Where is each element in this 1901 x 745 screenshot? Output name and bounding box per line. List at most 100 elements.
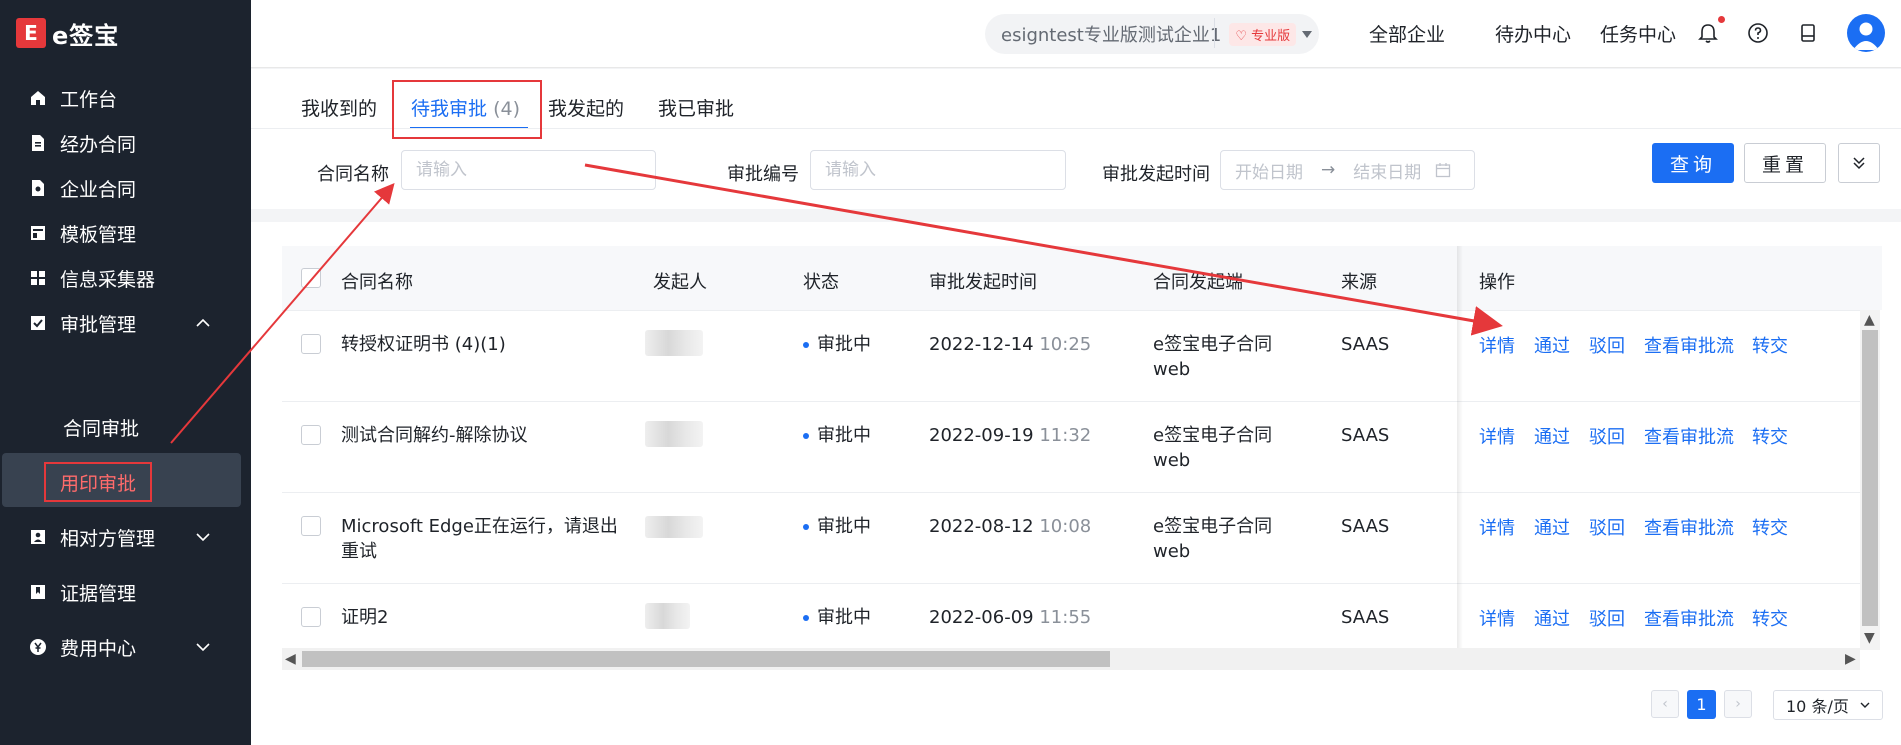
approval-no-input[interactable]: 请输入 (810, 150, 1066, 190)
row-checkbox[interactable] (301, 425, 321, 445)
approval-time: 2022-12-14 10:25 (929, 334, 1092, 355)
detail-link[interactable]: 详情 (1479, 605, 1515, 631)
select-all-checkbox[interactable] (301, 268, 321, 288)
col-contract-name: 合同名称 (341, 272, 413, 293)
contract-name-label: 合同名称 (317, 164, 389, 185)
all-enterprises-link[interactable]: 全部企业 (1369, 20, 1445, 47)
sidebar-subitem-contract-approval[interactable]: 合同审批 (0, 404, 251, 450)
sidebar-item-label: 经办合同 (60, 133, 137, 156)
sidebar-item-evidence-management[interactable]: 证据管理 (0, 569, 251, 615)
logo[interactable]: E e签宝 (16, 16, 119, 50)
user-avatar[interactable] (1847, 14, 1885, 52)
reset-button[interactable]: 重置 (1744, 143, 1826, 183)
status-badge: 审批中 (803, 605, 871, 630)
sidebar-item-handled-contracts[interactable]: 经办合同 (0, 120, 251, 166)
sidebar-item-counterparty-management[interactable]: 相对方管理 (0, 514, 251, 560)
detail-link[interactable]: 详情 (1479, 423, 1515, 449)
tab-initiated[interactable]: 我发起的 (548, 94, 624, 121)
document-icon (28, 133, 48, 153)
calendar-icon (1436, 163, 1451, 178)
sidebar-item-template-management[interactable]: 模板管理 (0, 210, 251, 256)
contract-name-input[interactable]: 请输入 (401, 150, 656, 190)
initiator-blurred (645, 603, 690, 629)
initiator-blurred (645, 516, 703, 538)
next-page-button[interactable]: › (1724, 690, 1752, 718)
transfer-link[interactable]: 转交 (1752, 332, 1788, 358)
row-checkbox[interactable] (301, 334, 321, 354)
approval-time: 2022-09-19 11:32 (929, 425, 1092, 446)
transfer-link[interactable]: 转交 (1752, 514, 1788, 540)
reject-link[interactable]: 驳回 (1589, 332, 1625, 358)
sidebar-item-info-collector[interactable]: 信息采集器 (0, 255, 251, 301)
approve-link[interactable]: 通过 (1534, 605, 1570, 631)
sidebar-item-enterprise-contracts[interactable]: 企业合同 (0, 165, 251, 211)
template-icon (28, 223, 48, 243)
query-button[interactable]: 查询 (1652, 143, 1734, 183)
transfer-link[interactable]: 转交 (1752, 605, 1788, 631)
tablet-icon[interactable] (1795, 20, 1821, 46)
help-icon[interactable] (1745, 20, 1771, 46)
approval-no-label: 审批编号 (727, 164, 799, 185)
bookmark-icon (28, 582, 48, 602)
todo-center-link[interactable]: 待办中心 (1495, 20, 1571, 47)
table-header (282, 246, 1882, 310)
prev-page-button[interactable]: ‹ (1651, 690, 1679, 718)
tab-approved[interactable]: 我已审批 (658, 94, 734, 121)
chevron-down-icon (196, 533, 210, 542)
col-actions: 操作 (1479, 272, 1515, 293)
approval-time-label: 审批发起时间 (1102, 164, 1210, 185)
sidebar-item-label: 相对方管理 (60, 527, 156, 550)
sidebar-subitem-seal-approval[interactable]: 用印审批 (44, 462, 152, 502)
current-page[interactable]: 1 (1687, 690, 1716, 719)
page-size-select[interactable]: 10 条/页 (1773, 690, 1883, 720)
scroll-up-icon[interactable]: ▲ (1864, 312, 1875, 328)
caret-down-icon (1302, 30, 1313, 38)
logo-mark: E (16, 18, 46, 48)
enterprise-doc-icon (28, 178, 48, 198)
tab-received[interactable]: 我收到的 (301, 94, 377, 121)
chevron-up-icon (196, 318, 210, 327)
row-checkbox[interactable] (301, 516, 321, 536)
sidebar-item-label: 工作台 (60, 88, 118, 111)
transfer-link[interactable]: 转交 (1752, 423, 1788, 449)
task-center-link[interactable]: 任务中心 (1600, 20, 1676, 47)
approve-link[interactable]: 通过 (1534, 332, 1570, 358)
sidebar-item-billing-center[interactable]: 费用中心 (0, 624, 251, 670)
vertical-scroll-thumb[interactable] (1862, 330, 1878, 626)
end-date-input[interactable]: 结束日期 (1353, 158, 1421, 183)
enterprise-switcher[interactable]: esigntest专业版测试企业1 ♡ 专业版 (985, 14, 1319, 54)
sidebar-item-label: 证据管理 (60, 582, 137, 605)
contract-name: Microsoft Edge正在运行，请退出 重试 (341, 516, 618, 562)
sidebar-item-workbench[interactable]: 工作台 (0, 75, 251, 121)
initiator-blurred (645, 330, 703, 356)
view-flow-link[interactable]: 查看审批流 (1644, 514, 1734, 540)
reject-link[interactable]: 驳回 (1589, 605, 1625, 631)
date-range-picker[interactable]: 开始日期 → 结束日期 (1220, 150, 1475, 190)
scroll-down-icon[interactable]: ▼ (1864, 630, 1875, 646)
reject-link[interactable]: 驳回 (1589, 423, 1625, 449)
contract-origin: e签宝电子合同 web (1153, 425, 1273, 471)
view-flow-link[interactable]: 查看审批流 (1644, 332, 1734, 358)
reject-link[interactable]: 驳回 (1589, 514, 1625, 540)
sidebar-item-approval-management[interactable]: 审批管理 (0, 300, 251, 346)
contract-origin: e签宝电子合同 web (1153, 334, 1273, 380)
view-flow-link[interactable]: 查看审批流 (1644, 605, 1734, 631)
approve-link[interactable]: 通过 (1534, 514, 1570, 540)
approve-link[interactable]: 通过 (1534, 423, 1570, 449)
start-date-input[interactable]: 开始日期 (1235, 158, 1303, 183)
contract-name: 证明2 (341, 607, 389, 628)
detail-link[interactable]: 详情 (1479, 332, 1515, 358)
sidebar-item-label: 费用中心 (60, 637, 137, 660)
scroll-right-icon[interactable]: ▶ (1845, 651, 1856, 667)
row-checkbox[interactable] (301, 607, 321, 627)
expand-filters-button[interactable] (1838, 143, 1880, 183)
horizontal-scroll-thumb[interactable] (302, 651, 1110, 667)
contacts-icon (28, 527, 48, 547)
home-icon (28, 88, 48, 108)
detail-link[interactable]: 详情 (1479, 514, 1515, 540)
scroll-left-icon[interactable]: ◀ (285, 651, 296, 667)
bell-icon[interactable] (1695, 20, 1721, 46)
sidebar-item-label: 企业合同 (60, 178, 137, 201)
approval-time: 2022-06-09 11:55 (929, 607, 1092, 628)
view-flow-link[interactable]: 查看审批流 (1644, 423, 1734, 449)
